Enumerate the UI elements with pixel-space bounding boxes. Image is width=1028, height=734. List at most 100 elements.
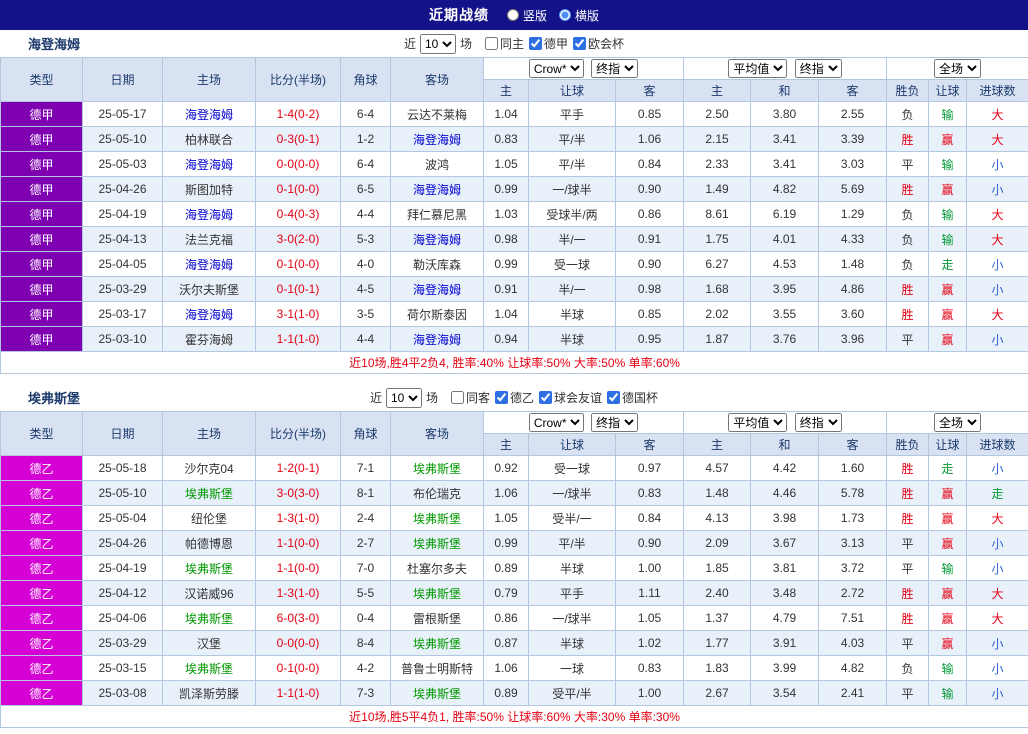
away-team-name[interactable]: 埃弗斯堡 — [390, 680, 484, 706]
home-team-name[interactable]: 沙尔克04 — [162, 455, 256, 481]
odds-stage-select[interactable]: 终指 — [591, 59, 639, 78]
vertical-layout-radio[interactable]: 竖版 — [506, 7, 547, 24]
away-team-name[interactable]: 海登海姆 — [390, 126, 484, 152]
away-team-name[interactable]: 海登海姆 — [390, 226, 484, 252]
home-team-name[interactable]: 霍芬海姆 — [162, 326, 256, 352]
away-team-name[interactable]: 海登海姆 — [390, 176, 484, 202]
odds-source-select[interactable]: Crow* — [528, 413, 584, 432]
away-team-name[interactable]: 雷根斯堡 — [390, 605, 484, 631]
home-team-name[interactable]: 埃弗斯堡 — [162, 605, 256, 631]
filter-checkbox[interactable] — [539, 391, 553, 404]
subcol-handicap-result: 让球 — [928, 433, 968, 456]
avg-stage-select[interactable]: 终指 — [794, 59, 842, 78]
away-team-name[interactable]: 埃弗斯堡 — [390, 630, 484, 656]
score-halftime: 3-1(1-0) — [255, 301, 341, 327]
filter-option[interactable]: 德乙 — [490, 389, 534, 406]
away-team-name[interactable]: 勒沃库森 — [390, 251, 484, 277]
home-team-name[interactable]: 法兰克福 — [162, 226, 256, 252]
filter-checkbox[interactable] — [495, 391, 508, 404]
recent-count-select[interactable]: 10 — [419, 33, 456, 54]
handicap-line: 平手 — [528, 580, 616, 606]
filter-option[interactable]: 球会友谊 — [534, 389, 602, 406]
away-team-name[interactable]: 荷尔斯泰因 — [390, 301, 484, 327]
filter-option[interactable]: 同客 — [446, 389, 490, 406]
filter-checkbox[interactable] — [484, 37, 498, 50]
recent-matches-table: 类型 日期 主场 比分(半场) 角球 客场 Crow* 终指 平均值 终指 全场… — [0, 57, 1028, 374]
away-team-name[interactable]: 云达不莱梅 — [390, 101, 484, 127]
home-team-name[interactable]: 柏林联合 — [162, 126, 256, 152]
away-team-name[interactable]: 波鸿 — [390, 151, 484, 177]
away-team-name[interactable]: 海登海姆 — [390, 276, 484, 302]
home-team-name[interactable]: 帕德博恩 — [162, 530, 256, 556]
home-team-name[interactable]: 汉诺威96 — [162, 580, 256, 606]
home-team-name[interactable]: 埃弗斯堡 — [162, 655, 256, 681]
away-team-name[interactable]: 拜仁慕尼黑 — [390, 201, 484, 227]
match-row: 德甲 25-03-17 海登海姆 3-1(1-0) 3-5 荷尔斯泰因 1.04 半球 0.85… — [0, 301, 1028, 327]
match-date: 25-03-08 — [82, 680, 163, 706]
avg-stage-select[interactable]: 终指 — [794, 413, 842, 432]
corners: 6-4 — [340, 151, 391, 177]
filter-option[interactable]: 德甲 — [524, 35, 568, 52]
filter-option[interactable]: 同主 — [480, 35, 524, 52]
goals-outcome: 小 — [966, 655, 1028, 681]
scope-select[interactable]: 全场 — [934, 59, 982, 78]
home-team-name[interactable]: 埃弗斯堡 — [162, 555, 256, 581]
home-team-name[interactable]: 汉堡 — [162, 630, 256, 656]
subcol-avg-draw: 和 — [750, 79, 820, 102]
recent-count-select[interactable]: 10 — [385, 387, 422, 408]
filter-checkbox[interactable] — [573, 37, 587, 50]
handicap-away-odds: 0.90 — [614, 530, 685, 556]
home-team-name[interactable]: 海登海姆 — [162, 201, 256, 227]
vertical-layout-input[interactable] — [506, 9, 519, 21]
horizontal-layout-radio[interactable]: 横版 — [559, 7, 599, 24]
away-team-name[interactable]: 埃弗斯堡 — [390, 455, 484, 481]
away-team-name[interactable]: 杜塞尔多夫 — [390, 555, 484, 581]
handicap-away-odds: 0.95 — [614, 326, 685, 352]
filter-option[interactable]: 欧会杯 — [568, 35, 624, 52]
home-team-name[interactable]: 海登海姆 — [162, 251, 256, 277]
home-team-name[interactable]: 沃尔夫斯堡 — [162, 276, 256, 302]
away-team-name[interactable]: 普鲁士明斯特 — [390, 655, 484, 681]
handicap-away-odds: 0.86 — [614, 201, 685, 227]
score-halftime: 1-3(1-0) — [255, 505, 341, 531]
filter-checkbox[interactable] — [607, 391, 621, 404]
score-halftime: 3-0(2-0) — [255, 226, 341, 252]
home-team-name[interactable]: 海登海姆 — [162, 151, 256, 177]
home-team-name[interactable]: 纽伦堡 — [162, 505, 256, 531]
home-team-name[interactable]: 斯图加特 — [162, 176, 256, 202]
avg-home-odds: 1.85 — [683, 555, 752, 581]
away-team-name[interactable]: 埃弗斯堡 — [390, 505, 484, 531]
away-team-name[interactable]: 布伦瑞克 — [390, 480, 484, 506]
handicap-away-odds: 0.83 — [614, 480, 685, 506]
horizontal-layout-input[interactable] — [559, 9, 571, 21]
avg-home-odds: 2.02 — [683, 301, 752, 327]
home-team-name[interactable]: 海登海姆 — [162, 101, 256, 127]
handicap-outcome: 输 — [928, 655, 968, 681]
avg-draw-odds: 3.80 — [750, 101, 820, 127]
scope-select[interactable]: 全场 — [934, 413, 982, 432]
odds-source-select[interactable]: Crow* — [528, 59, 584, 78]
match-row: 德乙 25-04-12 汉诺威96 1-3(1-0) 5-5 埃弗斯堡 0.79 平手 1.11… — [0, 580, 1028, 606]
avg-draw-odds: 3.54 — [750, 680, 820, 706]
odds-stage-select[interactable]: 终指 — [591, 413, 639, 432]
handicap-home-odds: 1.04 — [483, 301, 529, 327]
away-team-name[interactable]: 埃弗斯堡 — [390, 530, 484, 556]
away-team-name[interactable]: 埃弗斯堡 — [390, 580, 484, 606]
avg-type-select[interactable]: 平均值 — [728, 59, 788, 78]
home-team-name[interactable]: 海登海姆 — [162, 301, 256, 327]
handicap-outcome: 赢 — [928, 530, 968, 556]
away-team-name[interactable]: 海登海姆 — [390, 326, 484, 352]
home-team-name[interactable]: 埃弗斯堡 — [162, 480, 256, 506]
match-row: 德甲 25-04-13 法兰克福 3-0(2-0) 5-3 海登海姆 0.98 半/一 0.91… — [0, 226, 1028, 252]
handicap-outcome: 赢 — [928, 480, 968, 506]
home-team-section: 海登海姆 近 10 场 同主 德甲 欧会杯 类型 日期 主场 比分(半场) 角球… — [0, 30, 1028, 374]
avg-type-select[interactable]: 平均值 — [728, 413, 788, 432]
avg-home-odds: 1.75 — [683, 226, 752, 252]
filter-checkbox[interactable] — [529, 37, 542, 50]
league-badge: 德乙 — [0, 580, 83, 606]
handicap-line: 平/半 — [528, 126, 616, 152]
filter-checkbox[interactable] — [450, 391, 464, 404]
home-team-name[interactable]: 凯泽斯劳滕 — [162, 680, 256, 706]
filter-option[interactable]: 德国杯 — [602, 389, 658, 406]
corners: 2-7 — [340, 530, 391, 556]
